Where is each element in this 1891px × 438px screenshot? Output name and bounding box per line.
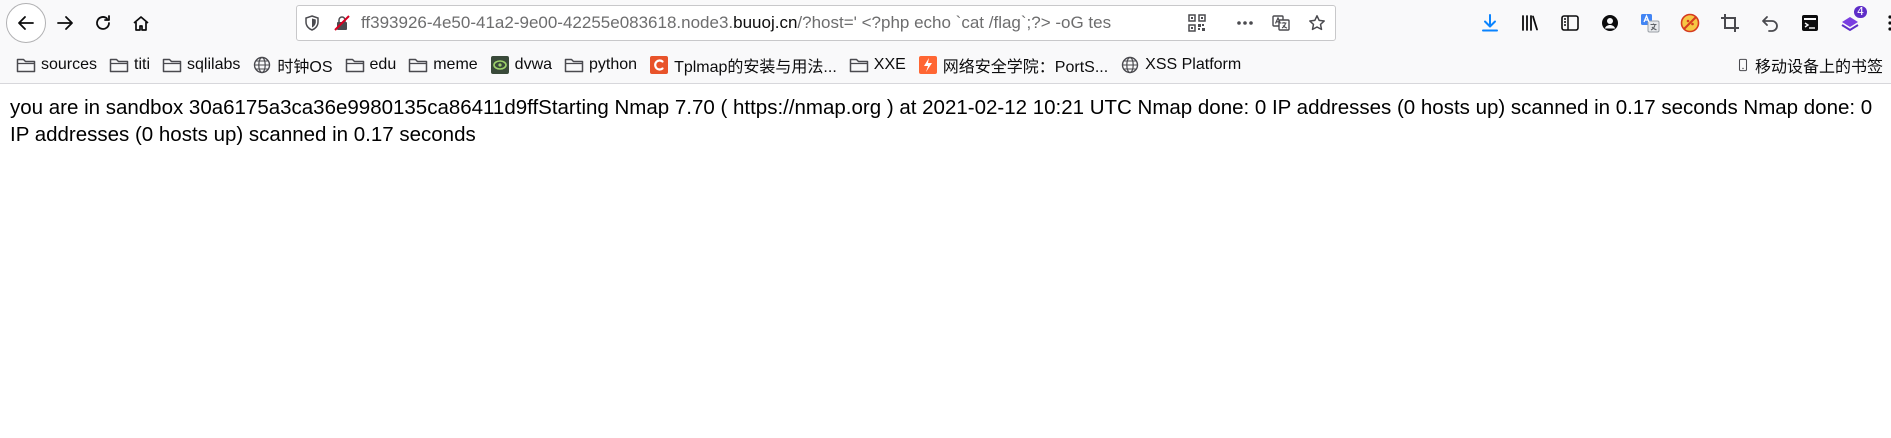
undo-icon xyxy=(1762,16,1778,32)
dvwa-icon xyxy=(490,55,509,74)
url-bar[interactable]: ff393926-4e50-41a2-9e00-42255e083618.nod… xyxy=(296,5,1336,41)
bookmark-star-button[interactable] xyxy=(1299,6,1335,40)
terminal-extension-button[interactable] xyxy=(1790,3,1830,43)
folder-icon xyxy=(162,58,182,72)
bookmark-portswigger[interactable]: 网络安全学院：PortS... xyxy=(914,50,1112,80)
bookmark-sources[interactable]: sources xyxy=(12,50,101,80)
bookmark-label: sqlilabs xyxy=(187,55,241,73)
home-icon xyxy=(133,16,149,31)
bookmark-label: edu xyxy=(369,55,397,73)
bookmark-label: python xyxy=(589,55,638,73)
qr-code-button[interactable] xyxy=(1179,6,1215,40)
bookmark-clock-os[interactable]: 时钟OS xyxy=(248,50,336,80)
navigation-toolbar: ff393926-4e50-41a2-9e00-42255e083618.nod… xyxy=(0,0,1891,46)
insecure-lock-icon xyxy=(334,15,350,31)
translate-extension-icon xyxy=(1641,14,1660,33)
page-actions-button[interactable] xyxy=(1227,6,1263,40)
block-extension-button[interactable] xyxy=(1670,3,1710,43)
folder-icon xyxy=(408,58,428,72)
url-text[interactable]: ff393926-4e50-41a2-9e00-42255e083618.nod… xyxy=(357,13,1179,33)
folder-icon xyxy=(16,58,36,72)
library-button[interactable] xyxy=(1510,3,1550,43)
folder-icon xyxy=(849,58,869,72)
arrow-right-icon xyxy=(57,16,73,30)
sidebar-button[interactable] xyxy=(1550,3,1590,43)
globe-icon xyxy=(1121,56,1139,73)
site-info-button[interactable] xyxy=(327,6,357,40)
home-button[interactable] xyxy=(122,4,160,42)
bookmark-label: Tplmap的安装与用法... xyxy=(674,58,837,76)
url-spacer xyxy=(1215,6,1227,40)
url-prefix: ff393926-4e50-41a2-9e00-42255e083618.nod… xyxy=(361,13,734,32)
bookmark-label: sources xyxy=(41,55,98,73)
c-logo-icon xyxy=(650,55,669,74)
undo-button[interactable] xyxy=(1750,3,1790,43)
downloads-button[interactable] xyxy=(1470,3,1510,43)
folder-icon xyxy=(564,58,584,72)
star-icon xyxy=(1309,15,1325,31)
arrow-left-icon xyxy=(18,16,34,30)
bookmark-label: XSS Platform xyxy=(1145,55,1242,73)
reload-button[interactable] xyxy=(84,4,122,42)
bookmark-edu[interactable]: edu xyxy=(341,50,401,80)
extension-badge: 4 xyxy=(1854,6,1867,18)
more-dots-icon xyxy=(1237,21,1253,25)
translate-button[interactable] xyxy=(1263,6,1299,40)
crop-icon xyxy=(1721,14,1739,32)
account-button[interactable] xyxy=(1590,3,1630,43)
bookmark-mobile-folder[interactable]: 移动设备上的书签 xyxy=(1732,50,1887,80)
back-button[interactable] xyxy=(6,3,46,43)
toolbar-right: 4 xyxy=(1470,0,1891,46)
bookmark-dvwa[interactable]: dvwa xyxy=(486,50,556,80)
bookmark-label: 移动设备上的书签 xyxy=(1754,59,1883,76)
account-icon xyxy=(1602,15,1618,31)
bookmark-label: 网络安全学院：PortS... xyxy=(942,58,1109,76)
url-domain: buuoj.cn xyxy=(733,13,798,32)
shield-icon xyxy=(305,15,319,31)
mobile-icon xyxy=(1738,58,1748,72)
bookmark-meme[interactable]: meme xyxy=(404,50,481,80)
url-bar-actions xyxy=(1179,6,1335,40)
download-icon xyxy=(1482,14,1498,32)
folder-icon xyxy=(109,58,129,72)
bookmark-label: titi xyxy=(134,55,151,73)
url-suffix: /?host=' <?php echo `cat /flag`;?> -oG t… xyxy=(797,13,1112,32)
app-menu-button[interactable] xyxy=(1870,3,1891,43)
forward-button[interactable] xyxy=(46,4,84,42)
sidebar-icon xyxy=(1561,15,1579,31)
bookmark-label: 时钟OS xyxy=(277,58,333,76)
translate-icon xyxy=(1272,15,1290,31)
qr-code-icon xyxy=(1188,14,1206,32)
bookmark-label: meme xyxy=(433,55,478,73)
bookmark-tplmap[interactable]: Tplmap的安装与用法... xyxy=(645,50,841,80)
folder-icon xyxy=(345,58,364,72)
bookmark-xxe[interactable]: XXE xyxy=(845,50,910,80)
globe-icon xyxy=(254,56,271,73)
bookmark-sqlilabs[interactable]: sqlilabs xyxy=(158,50,244,80)
screenshot-button[interactable] xyxy=(1710,3,1750,43)
block-icon xyxy=(1680,13,1700,33)
bookmark-xss-platform[interactable]: XSS Platform xyxy=(1116,50,1245,80)
tracking-protection-button[interactable] xyxy=(297,6,327,40)
bookmark-label: dvwa xyxy=(514,55,553,73)
bookmark-label: XXE xyxy=(873,55,906,73)
bookmark-titi[interactable]: titi xyxy=(105,50,154,80)
extension-button[interactable]: 4 xyxy=(1830,3,1870,43)
page-output-text: you are in sandbox 30a6175a3ca36e9980135… xyxy=(10,96,1873,146)
reload-icon xyxy=(96,15,110,30)
url-fade xyxy=(1139,13,1179,33)
portswigger-icon xyxy=(918,55,937,74)
terminal-icon xyxy=(1802,15,1818,31)
translate-extension-button[interactable] xyxy=(1630,3,1670,43)
library-icon xyxy=(1522,15,1538,31)
bookmark-python[interactable]: python xyxy=(560,50,641,80)
menu-icon xyxy=(1888,15,1891,31)
page-content: you are in sandbox 30a6175a3ca36e9980135… xyxy=(10,94,1885,148)
bookmarks-toolbar: sources titi sqlilabs 时钟OS edu meme dvwa… xyxy=(0,46,1891,84)
